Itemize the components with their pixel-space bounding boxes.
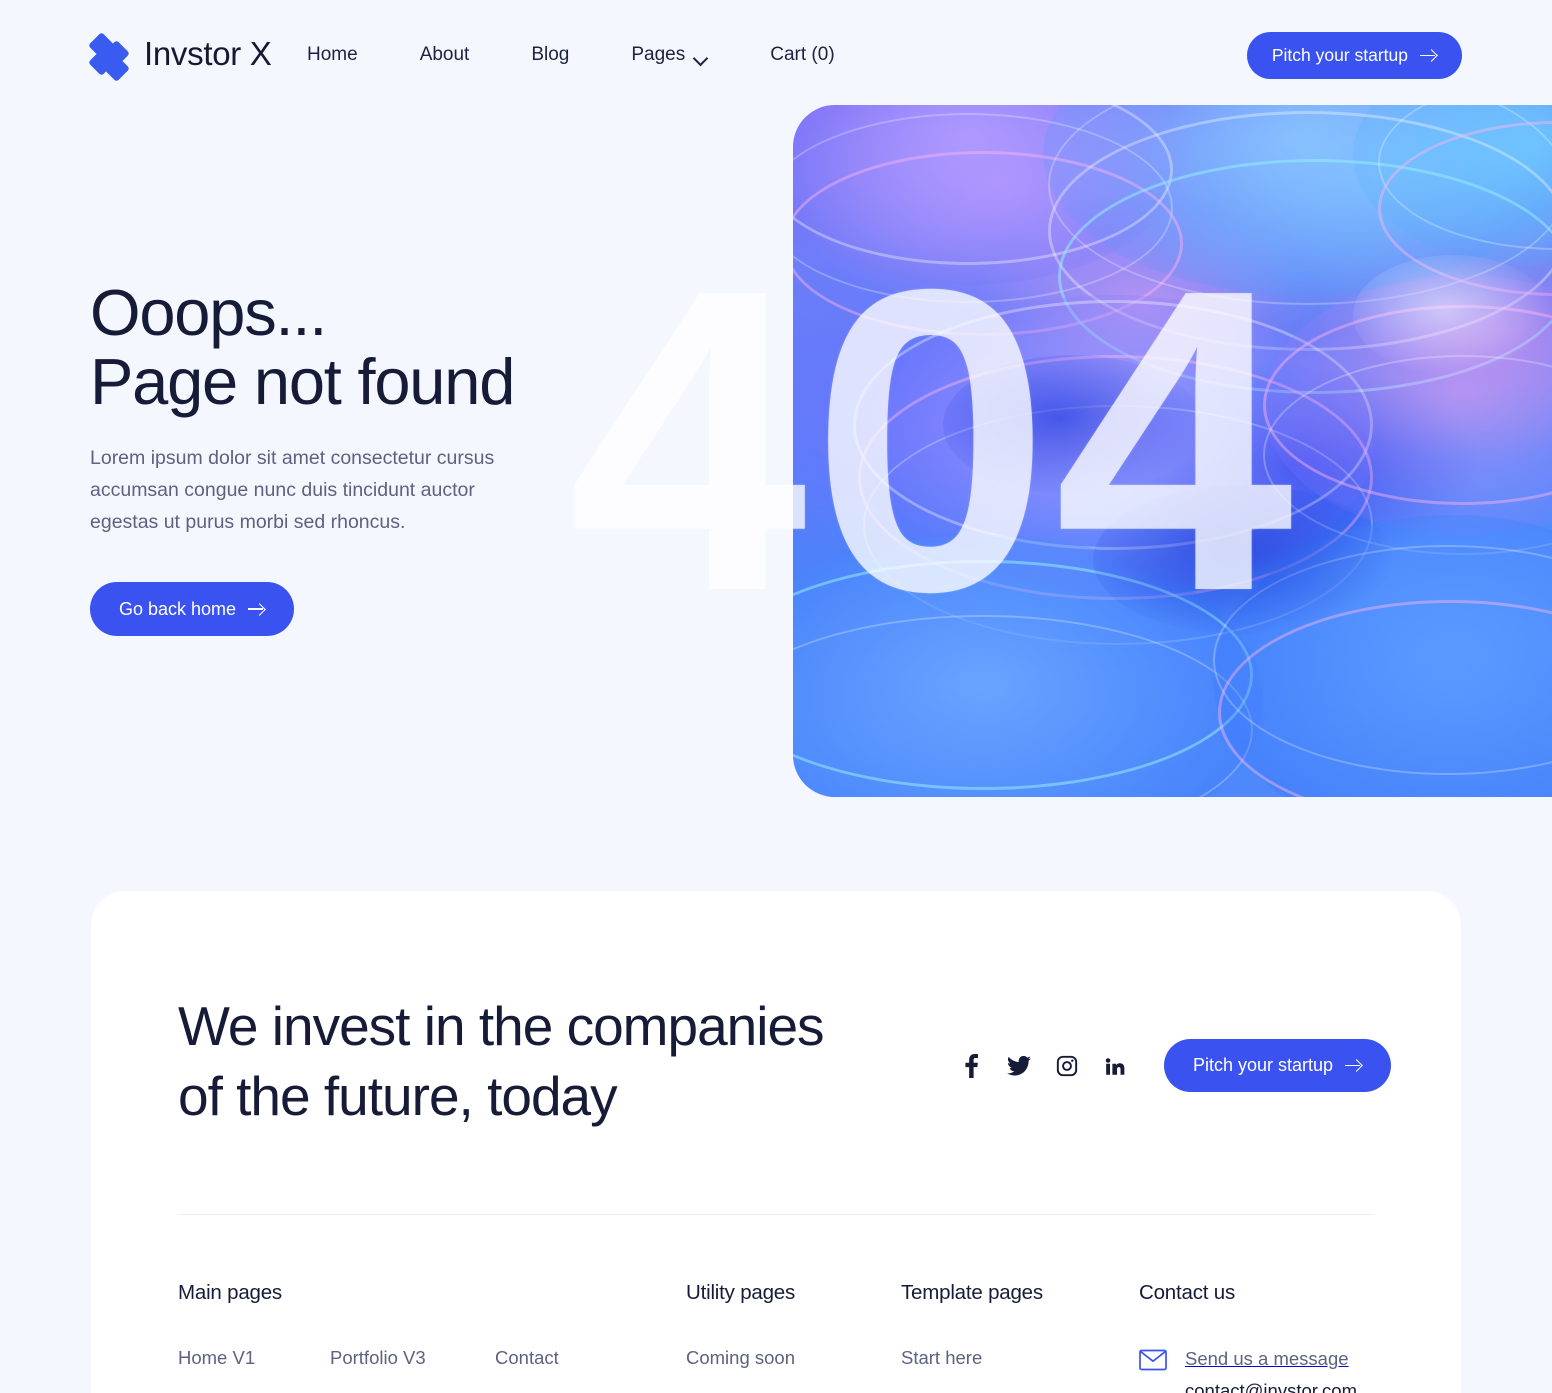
footer-pitch-your-startup-button[interactable]: Pitch your startup <box>1163 1039 1391 1092</box>
nav-links: Home About Blog Pages Cart (0) <box>307 40 835 70</box>
envelope-icon <box>1139 1349 1167 1371</box>
hero-paragraph: Lorem ipsum dolor sit amet consectetur c… <box>90 447 495 533</box>
footer-column-utility-heading: Utility pages <box>686 1281 796 1304</box>
footer-column-contact-heading: Contact us <box>1139 1281 1235 1304</box>
footer-column-utility-pages: Utility pages Coming soon <box>686 1281 901 1393</box>
footer-contact-message-label: Send us a message <box>1185 1348 1349 1369</box>
footer-contact-email: contact@invstor.com <box>1185 1380 1357 1393</box>
footer-actions: Pitch your startup <box>958 1039 1391 1092</box>
nav-item-blog[interactable]: Blog <box>531 40 569 70</box>
twitter-icon[interactable] <box>1006 1053 1032 1079</box>
footer-link-start-here[interactable]: Start here <box>901 1347 1139 1369</box>
footer-column-template-heading: Template pages <box>901 1281 1043 1304</box>
footer-column-contact-us: Contact us Send us a message contact@inv… <box>1139 1281 1439 1393</box>
footer-column-main-pages: Main pages Home V1 Portfolio V3 Contact <box>178 1281 686 1393</box>
footer-columns: Main pages Home V1 Portfolio V3 Contact … <box>178 1281 1461 1393</box>
footer-contact-email-link[interactable]: Send us a message contact@invstor.com <box>1139 1347 1439 1393</box>
chevron-down-icon <box>695 53 708 61</box>
nav-item-cart-label: Cart (0) <box>770 44 835 65</box>
footer-column-template-pages: Template pages Start here <box>901 1281 1139 1393</box>
nav-item-pages-label: Pages <box>631 44 686 65</box>
footer-link-portfolio-v3[interactable]: Portfolio V3 <box>330 1347 495 1369</box>
nav-item-about-label: About <box>419 44 470 65</box>
hero-copy: Ooops... Page not found Lorem ipsum dolo… <box>90 278 650 636</box>
footer-divider <box>178 1214 1374 1215</box>
nav-pitch-label: Pitch your startup <box>1271 45 1408 65</box>
go-back-home-label: Go back home <box>119 598 237 619</box>
linkedin-icon[interactable] <box>1102 1053 1128 1079</box>
facebook-icon[interactable] <box>958 1053 984 1079</box>
instagram-icon[interactable] <box>1054 1053 1080 1079</box>
nav-item-home[interactable]: Home <box>307 40 358 70</box>
arrow-right-icon <box>1345 1059 1362 1072</box>
page-title-line-2: Page not found <box>90 345 515 418</box>
footer-headline: We invest in the companies of the future… <box>178 995 825 1127</box>
brand-name: Invstor X <box>144 35 272 72</box>
nav-item-pages[interactable]: Pages <box>631 40 708 70</box>
nav-item-home-label: Home <box>307 44 358 65</box>
nav-item-about[interactable]: About <box>420 40 470 70</box>
footer-card: We invest in the companies of the future… <box>91 891 1461 1393</box>
nav-pitch-your-startup-button[interactable]: Pitch your startup <box>1246 32 1462 79</box>
hero-coins-image <box>793 105 1552 797</box>
nav-item-cart[interactable]: Cart (0) <box>770 40 834 70</box>
footer-top: We invest in the companies of the future… <box>178 991 1391 1131</box>
go-back-home-button[interactable]: Go back home <box>90 582 295 636</box>
footer-column-main-heading: Main pages <box>178 1281 282 1304</box>
page-title: Ooops... Page not found <box>90 278 650 416</box>
footer-link-coming-soon[interactable]: Coming soon <box>686 1347 901 1369</box>
brand-logo-link[interactable]: Invstor X <box>88 32 272 82</box>
page-root: Invstor X Home About Blog Pages Cart (0)… <box>0 0 1552 1393</box>
arrow-right-icon <box>1420 49 1437 62</box>
social-links <box>958 1053 1128 1079</box>
footer-link-contact[interactable]: Contact <box>495 1347 559 1369</box>
nav-item-blog-label: Blog <box>531 44 570 65</box>
arrow-right-icon <box>248 603 265 616</box>
page-title-line-1: Ooops... <box>90 276 327 349</box>
footer-pitch-label: Pitch your startup <box>1192 1055 1333 1075</box>
top-navbar: Invstor X Home About Blog Pages Cart (0)… <box>0 0 1552 110</box>
invstor-logo-icon <box>88 32 132 82</box>
footer-link-home-v1[interactable]: Home V1 <box>178 1347 330 1369</box>
